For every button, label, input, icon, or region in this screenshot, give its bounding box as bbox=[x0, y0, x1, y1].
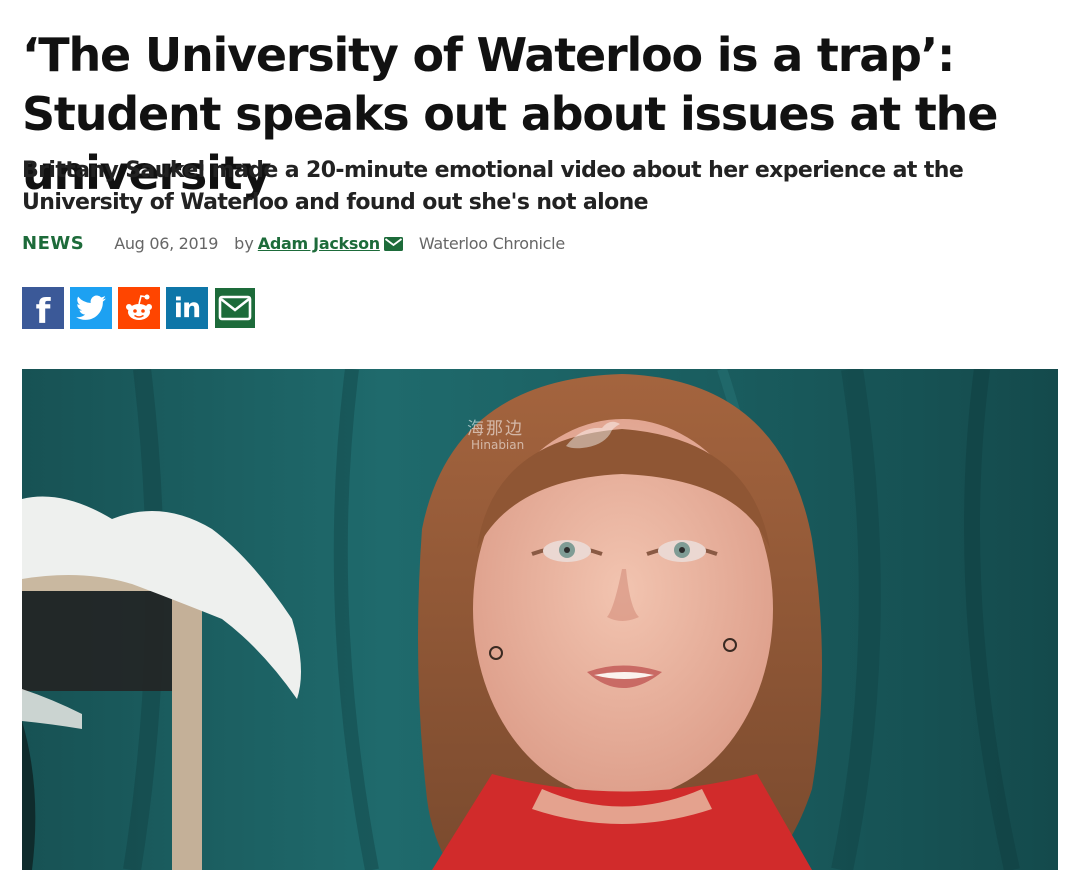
article-subhead: Brittany Saukel made a 20-minute emotion… bbox=[22, 158, 964, 215]
watermark: 海那边 Hinabian bbox=[467, 414, 627, 464]
category-link[interactable]: NEWS bbox=[22, 233, 84, 254]
twitter-icon bbox=[76, 295, 106, 320]
share-bar: f in bbox=[22, 287, 256, 332]
reddit-icon bbox=[126, 294, 152, 320]
facebook-share-button[interactable]: f bbox=[22, 287, 64, 332]
author-link[interactable]: Adam Jackson bbox=[258, 234, 380, 253]
author-email-icon[interactable] bbox=[383, 236, 403, 251]
facebook-icon: f bbox=[35, 292, 51, 332]
article-meta: NEWS Aug 06, 2019 by Adam Jackson Waterl… bbox=[22, 230, 565, 256]
watermark-bird-icon bbox=[566, 421, 620, 449]
byline-prefix: by bbox=[234, 233, 254, 253]
email-icon bbox=[215, 288, 255, 328]
email-share-button[interactable] bbox=[214, 287, 256, 329]
watermark-subtext: Hinabian bbox=[471, 438, 525, 452]
reddit-share-button[interactable] bbox=[118, 287, 160, 329]
publish-date: Aug 06, 2019 bbox=[114, 233, 219, 253]
twitter-share-button[interactable] bbox=[70, 287, 112, 329]
linkedin-icon: in bbox=[173, 292, 202, 324]
watermark-text: 海那边 bbox=[467, 419, 524, 439]
linkedin-share-button[interactable]: in bbox=[166, 287, 208, 329]
source-name: Waterloo Chronicle bbox=[418, 233, 565, 253]
article-photo: 海那边 Hinabian bbox=[22, 369, 1058, 870]
